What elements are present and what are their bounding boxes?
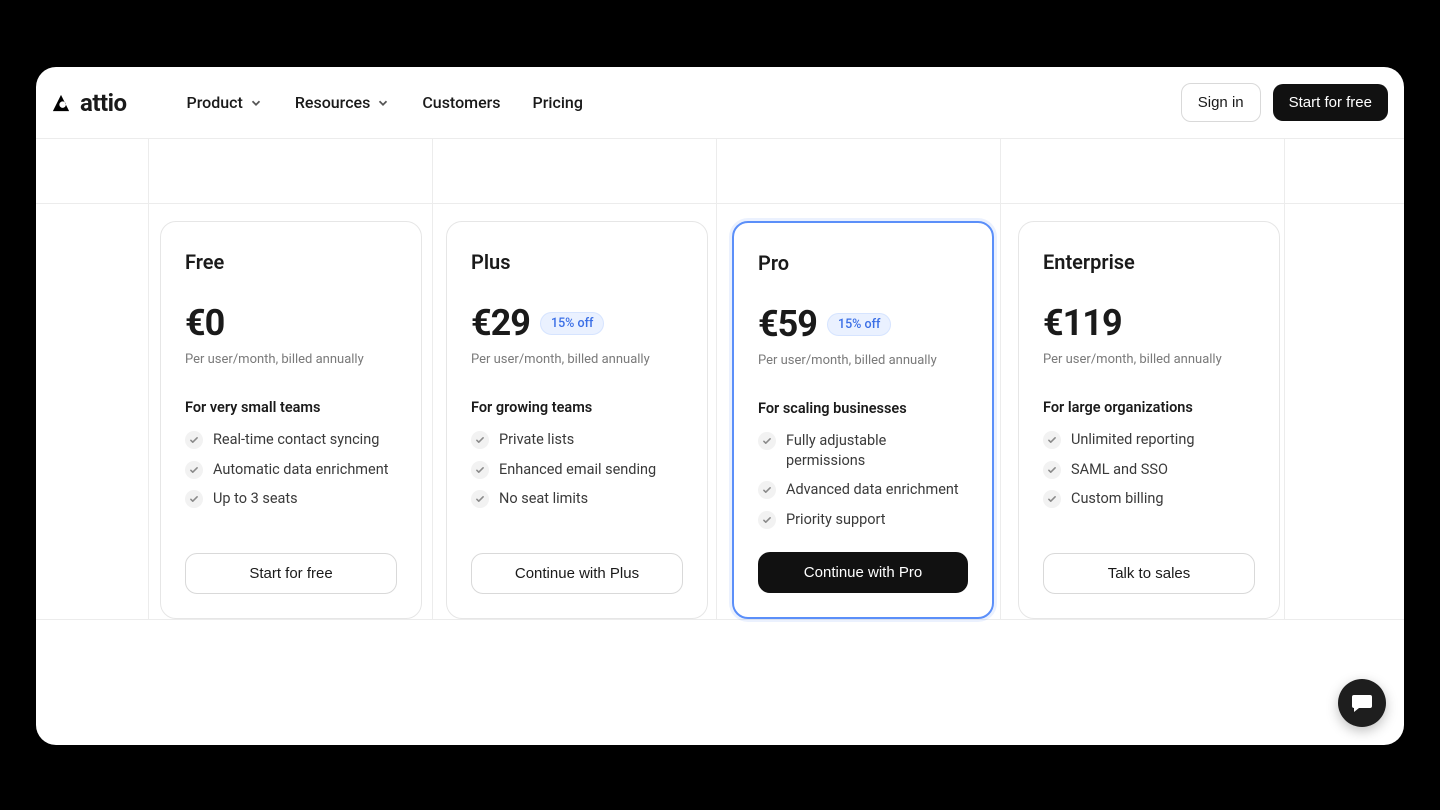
plan-price: €29 xyxy=(471,302,530,344)
price-row: €59 15% off xyxy=(758,303,968,345)
plan-name: Pro xyxy=(758,251,968,275)
chevron-down-icon xyxy=(249,96,263,110)
pricing-section: Free €0 Per user/month, billed annually For… xyxy=(36,139,1404,619)
nav-customers-label: Customers xyxy=(422,93,500,112)
feature-item: Priority support xyxy=(758,510,968,530)
header-actions: Sign in Start for free xyxy=(1181,83,1388,122)
billing-note: Per user/month, billed annually xyxy=(471,352,683,367)
plan-price: €119 xyxy=(1043,302,1122,344)
check-icon xyxy=(185,490,203,508)
discount-badge: 15% off xyxy=(540,312,604,335)
pricing-card-plus: Plus €29 15% off Per user/month, billed ann… xyxy=(446,221,708,619)
price-row: €29 15% off xyxy=(471,302,683,344)
check-icon xyxy=(471,431,489,449)
chat-launcher[interactable] xyxy=(1338,679,1386,727)
check-icon xyxy=(758,511,776,529)
billing-note: Per user/month, billed annually xyxy=(1043,352,1255,367)
nav-resources[interactable]: Resources xyxy=(295,93,391,112)
feature-item: Private lists xyxy=(471,430,683,450)
billing-note: Per user/month, billed annually xyxy=(185,352,397,367)
feature-text: Up to 3 seats xyxy=(213,489,298,509)
feature-item: Fully adjustable permissions xyxy=(758,431,968,470)
nav-product[interactable]: Product xyxy=(186,93,262,112)
nav-pricing-label: Pricing xyxy=(533,93,583,112)
brand-logo[interactable]: attio xyxy=(48,89,126,117)
nav-resources-label: Resources xyxy=(295,93,371,112)
plan-cta-button[interactable]: Talk to sales xyxy=(1043,553,1255,594)
nav-pricing[interactable]: Pricing xyxy=(533,93,583,112)
features-list: Real-time contact syncing Automatic data … xyxy=(185,430,397,509)
feature-text: Private lists xyxy=(499,430,574,450)
feature-text: Priority support xyxy=(786,510,886,530)
signin-button[interactable]: Sign in xyxy=(1181,83,1261,122)
plan-name: Enterprise xyxy=(1043,250,1255,274)
check-icon xyxy=(758,432,776,450)
plan-name: Plus xyxy=(471,250,683,274)
plan-tagline: For large organizations xyxy=(1043,399,1255,416)
start-free-button[interactable]: Start for free xyxy=(1273,84,1388,121)
check-icon xyxy=(185,461,203,479)
feature-text: Unlimited reporting xyxy=(1071,430,1194,450)
feature-item: Enhanced email sending xyxy=(471,460,683,480)
price-row: €0 xyxy=(185,302,397,344)
brand-name: attio xyxy=(80,89,126,117)
price-row: €119 xyxy=(1043,302,1255,344)
check-icon xyxy=(1043,461,1061,479)
check-icon xyxy=(471,461,489,479)
discount-badge: 15% off xyxy=(827,313,891,336)
check-icon xyxy=(1043,490,1061,508)
feature-text: Fully adjustable permissions xyxy=(786,431,968,470)
features-list: Private lists Enhanced email sending No se… xyxy=(471,430,683,509)
feature-item: Advanced data enrichment xyxy=(758,480,968,500)
plan-price: €59 xyxy=(758,303,817,345)
nav-product-label: Product xyxy=(186,93,242,112)
chevron-down-icon xyxy=(376,96,390,110)
pricing-card-enterprise: Enterprise €119 Per user/month, billed ann… xyxy=(1018,221,1280,619)
feature-text: No seat limits xyxy=(499,489,588,509)
nav-customers[interactable]: Customers xyxy=(422,93,500,112)
plan-name: Free xyxy=(185,250,397,274)
plan-cta-button[interactable]: Continue with Plus xyxy=(471,553,683,594)
plan-cta-button[interactable]: Start for free xyxy=(185,553,397,594)
feature-item: No seat limits xyxy=(471,489,683,509)
feature-item: Up to 3 seats xyxy=(185,489,397,509)
feature-item: Automatic data enrichment xyxy=(185,460,397,480)
chat-icon xyxy=(1350,691,1374,715)
feature-item: Real-time contact syncing xyxy=(185,430,397,450)
billing-note: Per user/month, billed annually xyxy=(758,353,968,368)
feature-text: Automatic data enrichment xyxy=(213,460,388,480)
feature-text: Advanced data enrichment xyxy=(786,480,959,500)
check-icon xyxy=(1043,431,1061,449)
check-icon xyxy=(758,481,776,499)
plan-tagline: For growing teams xyxy=(471,399,683,416)
plan-tagline: For scaling businesses xyxy=(758,400,968,417)
attio-logo-icon xyxy=(48,90,74,116)
check-icon xyxy=(471,490,489,508)
feature-item: Custom billing xyxy=(1043,489,1255,509)
plan-cta-button[interactable]: Continue with Pro xyxy=(758,552,968,593)
features-list: Unlimited reporting SAML and SSO Custom bi… xyxy=(1043,430,1255,509)
primary-nav: Product Resources Customers Pricing xyxy=(186,93,582,112)
feature-item: SAML and SSO xyxy=(1043,460,1255,480)
pricing-card-free: Free €0 Per user/month, billed annually For… xyxy=(160,221,422,619)
feature-text: Enhanced email sending xyxy=(499,460,656,480)
features-list: Fully adjustable permissions Advanced dat… xyxy=(758,431,968,529)
feature-item: Unlimited reporting xyxy=(1043,430,1255,450)
feature-text: Custom billing xyxy=(1071,489,1164,509)
plan-price: €0 xyxy=(185,302,224,344)
site-header: attio Product Resources Customers Pricin… xyxy=(36,67,1404,139)
check-icon xyxy=(185,431,203,449)
feature-text: SAML and SSO xyxy=(1071,460,1168,480)
feature-text: Real-time contact syncing xyxy=(213,430,379,450)
plan-tagline: For very small teams xyxy=(185,399,397,416)
pricing-card-pro: Pro €59 15% off Per user/month, billed annu… xyxy=(732,221,994,619)
